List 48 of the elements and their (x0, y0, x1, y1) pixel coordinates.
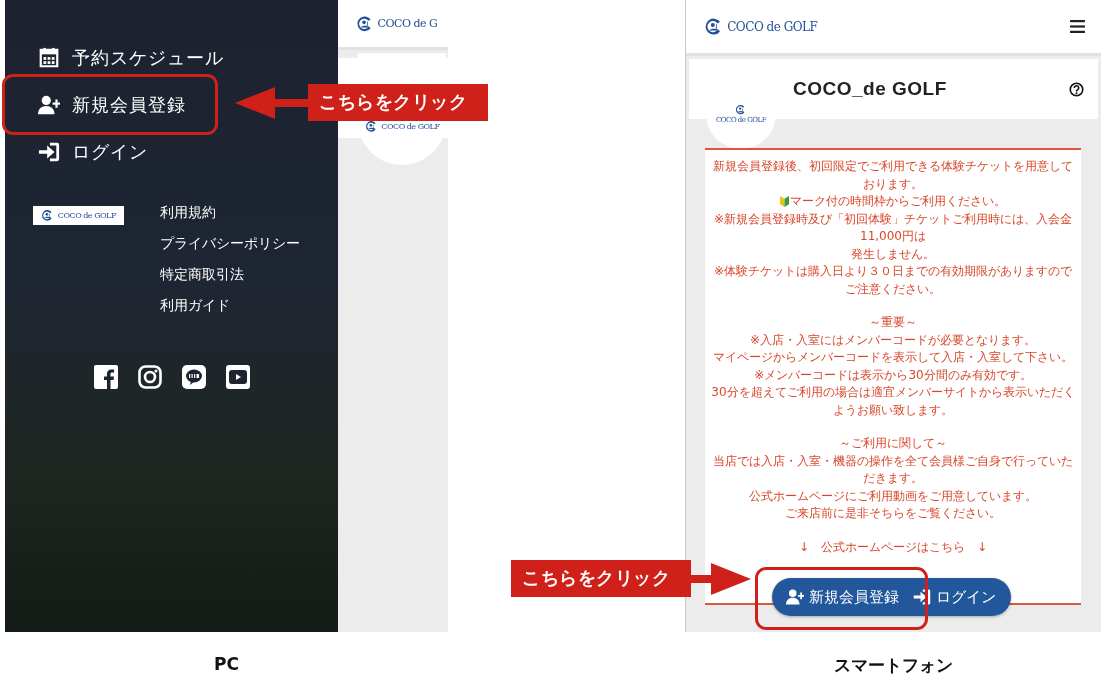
logo-text: COCO de G (377, 17, 438, 30)
calendar-icon (38, 46, 60, 69)
notice-text: ※新規会員登録時及び「初回体験」チケットご利用時には、入会金11,000円は (712, 210, 1074, 245)
notice-text: ※入店・入室にはメンバーコードが必要となります。 (749, 331, 1037, 349)
notice-text: マーク付の時間枠からご利用ください。 (790, 193, 1006, 210)
notice-text: ～重要～ (869, 314, 917, 331)
instagram-icon[interactable] (138, 365, 162, 389)
youtube-icon[interactable] (226, 365, 250, 389)
login-button[interactable]: ログイン (899, 587, 996, 607)
notice-text: ご来店前に是非そちらをご覧ください。 (785, 505, 1001, 522)
logo-mark-icon (364, 120, 378, 133)
sign-in-icon (913, 588, 931, 606)
user-plus-icon (786, 588, 804, 606)
notice-text: 当店では入店・入室・機器の操作を全て会員様ご自身で行っていただきます。 (712, 452, 1074, 487)
notice-text: 発生しません。 (851, 245, 935, 263)
menu-icon (1070, 20, 1085, 33)
user-plus-icon (38, 93, 60, 116)
facebook-icon[interactable] (94, 365, 118, 389)
callout-label: こちらをクリック (511, 560, 691, 597)
logo-mark-icon (735, 103, 747, 116)
callout-label: こちらをクリック (308, 84, 488, 121)
notice-text: ※体験チケットは購入日より３０日までの有効期限がありますのでご注意ください。 (712, 263, 1074, 298)
sign-in-icon (38, 140, 60, 163)
logo-mark-icon (41, 209, 54, 222)
notice-text: ※メンバーコードは表示から30分間のみ有効です。 (754, 366, 1032, 384)
beginner-mark-icon (780, 196, 789, 208)
logo-text: COCO de GOLF (727, 19, 818, 34)
caption: スマートフォン (833, 654, 953, 677)
shop-name: COCO_de GOLF (793, 78, 947, 100)
footer-link[interactable]: 利用規約 (160, 202, 300, 222)
notice-text: 公式ホームページにご利用動画をご用意しています。 (749, 487, 1037, 505)
menu-item[interactable]: 新規会員登録 (5, 81, 186, 128)
menu-item[interactable]: ログイン (5, 128, 148, 175)
footer-link[interactable]: 利用ガイド (160, 295, 300, 315)
logo-text: COCO de GOLF (57, 211, 116, 220)
notice-text: マイページからメンバーコードを表示して入店・入室して下さい。 (713, 349, 1073, 366)
footer-link[interactable]: プライバシーポリシー (160, 233, 300, 253)
notice-text: ～ご利用に関して～ (839, 435, 947, 452)
footer-link[interactable]: 特定商取引法 (160, 264, 300, 284)
register-button[interactable]: 新規会員登録 (772, 587, 899, 607)
notice-text: ↓ 公式ホームページはこちら ↓ (798, 538, 988, 556)
notice-text: 30分を超えてご利用の場合は適宜メンバーサイトから表示いただくようお願い致します。 (710, 384, 1076, 419)
logo-text: COCO de GOLF (381, 122, 440, 132)
help-icon (1069, 81, 1084, 97)
notice-text: 新規会員登録後、初回限定でご利用できる体験チケットを用意しております。 (712, 158, 1074, 193)
pointer-arrow (691, 560, 751, 597)
caption: PC (214, 654, 239, 674)
menu-item[interactable]: 予約スケジュール (5, 34, 224, 81)
